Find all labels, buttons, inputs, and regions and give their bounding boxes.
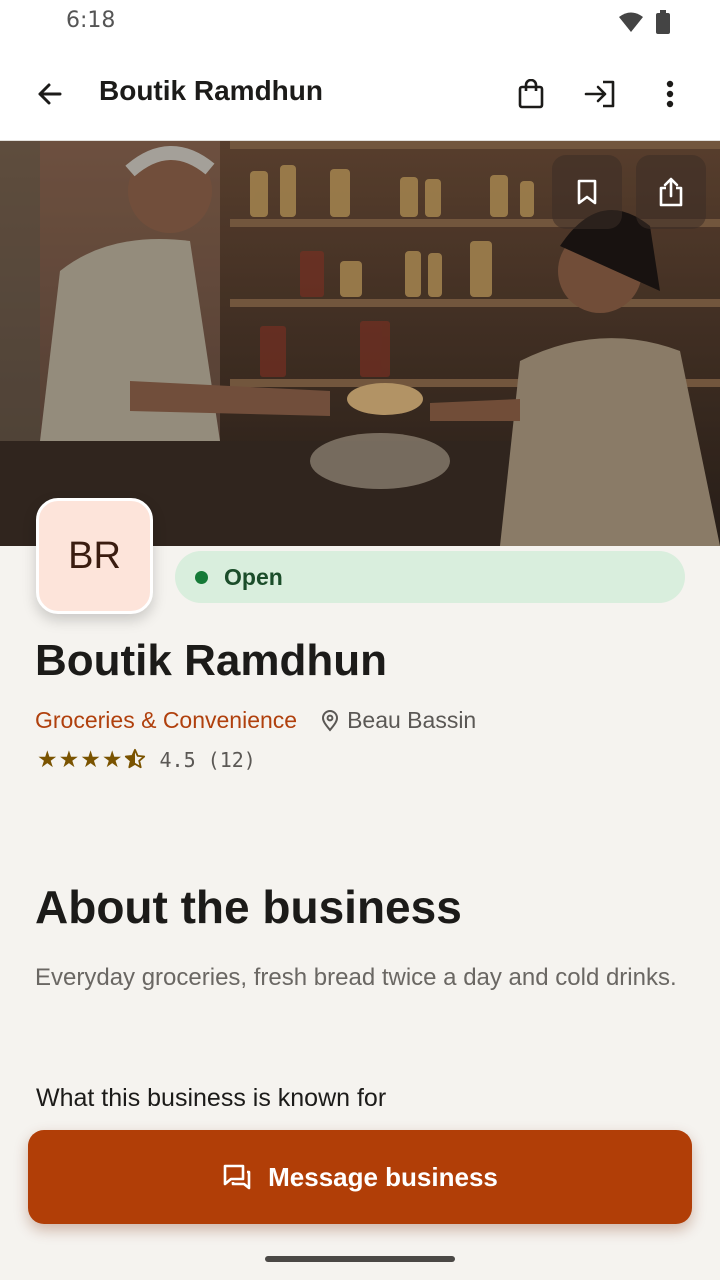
battery-icon [656, 10, 670, 34]
known-for-heading: What this business is known for [36, 1084, 387, 1112]
chat-icon [223, 1164, 251, 1190]
message-business-button[interactable]: Message business [28, 1130, 692, 1224]
back-button[interactable] [30, 74, 70, 114]
business-meta: Groceries & Convenience Beau Bassin [35, 707, 476, 734]
status-time: 6:18 [66, 8, 116, 33]
more-options-button[interactable] [650, 74, 690, 114]
star-full-icon: ★ [37, 746, 58, 773]
share-icon [659, 177, 683, 207]
star-full-icon: ★ [80, 746, 101, 773]
wifi-icon [619, 12, 643, 32]
business-name: Boutik Ramdhun [35, 636, 387, 685]
about-description: Everyday groceries, fresh bread twice a … [35, 964, 677, 991]
business-location: Beau Bassin [321, 707, 476, 734]
shopping-bag-button[interactable] [511, 74, 551, 114]
back-arrow-icon [38, 83, 62, 105]
home-indicator[interactable] [265, 1256, 455, 1262]
bookmark-button[interactable] [552, 155, 622, 229]
hero-image [0, 141, 720, 546]
bookmark-icon [577, 179, 597, 205]
status-bar: 6:18 [0, 0, 720, 44]
message-business-label: Message business [268, 1161, 498, 1192]
top-app-bar: Boutik Ramdhun [0, 44, 720, 141]
business-category[interactable]: Groceries & Convenience [35, 707, 297, 734]
star-full-icon: ★ [101, 746, 123, 773]
location-pin-icon [322, 709, 339, 732]
business-avatar: BR [36, 498, 153, 614]
rating-row: ★ ★ ★ ★ 4.5 (12) [37, 748, 256, 772]
star-full-icon: ★ [58, 746, 80, 773]
status-badge: Open [175, 551, 685, 603]
more-vert-icon [666, 80, 674, 108]
location-label: Beau Bassin [347, 707, 477, 733]
share-button[interactable] [636, 155, 706, 229]
status-dot [195, 570, 208, 584]
status-label: Open [224, 563, 283, 590]
about-section-title: About the business [35, 881, 462, 933]
rating-value: 4.5 (12) [159, 748, 256, 772]
shopping-bag-icon [518, 79, 544, 109]
login-button[interactable] [580, 74, 620, 114]
status-icons [618, 10, 670, 34]
page-title: Boutik Ramdhun [99, 75, 323, 106]
star-half-icon [124, 748, 145, 769]
login-icon [584, 80, 615, 108]
